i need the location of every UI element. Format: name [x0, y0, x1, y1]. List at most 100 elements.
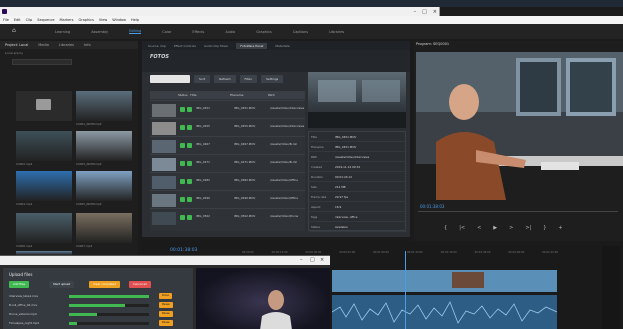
menu-item[interactable]: Window	[112, 18, 126, 22]
results-row[interactable]: IMG_0451 IMG_0451.MOV/Assets/Video/Interv…	[150, 100, 305, 118]
bin-folder[interactable]	[16, 91, 72, 121]
menu-item[interactable]: Graphics	[78, 18, 93, 22]
row-thumbnail	[152, 194, 176, 207]
transport-button[interactable]: >	[509, 225, 513, 231]
detail-value: 29.97 fps	[335, 195, 349, 199]
toolbar-button[interactable]: Sort	[194, 75, 211, 83]
clip-thumbnail[interactable]	[76, 171, 132, 201]
upload-title-bar[interactable]: – □ ×	[0, 256, 330, 265]
workspace-tab[interactable]: Assembly	[91, 30, 108, 34]
results-column-header[interactable]: Status	[178, 93, 190, 97]
menu-item[interactable]: File	[3, 18, 9, 22]
upload-maximize-icon[interactable]: □	[310, 256, 315, 265]
transport-button[interactable]: >|	[525, 225, 531, 231]
timeline-video-clip[interactable]	[332, 270, 557, 292]
program-monitor-tab[interactable]: Program: SEQ0001	[416, 42, 449, 46]
project-tab[interactable]: Project: Local	[5, 43, 28, 47]
clip-thumbnail[interactable]	[16, 171, 72, 201]
clip-thumbnail[interactable]	[76, 131, 132, 161]
results-column-header[interactable]: Title	[190, 93, 230, 97]
close-icon[interactable]: ×	[433, 9, 437, 15]
plugin-panel-tabs: Source: Clip Effect Controls Audio Clip Mi…	[142, 41, 410, 50]
menu-item[interactable]: Sequence	[37, 18, 54, 22]
upload-row-action[interactable]: Done	[159, 293, 172, 299]
home-icon[interactable]: ⌂	[12, 28, 18, 34]
plugin-tab[interactable]: Audio Clip Mixer	[204, 44, 228, 48]
detail-value: Available	[335, 225, 348, 229]
workspace-tab[interactable]: Graphics	[256, 30, 271, 34]
plugin-search-input[interactable]	[150, 75, 190, 83]
timeline-playhead[interactable]	[405, 251, 406, 329]
transport-button[interactable]: ▶	[493, 225, 497, 231]
workspace-tab[interactable]: Learning	[55, 30, 70, 34]
upload-progress-fill	[69, 304, 125, 307]
results-row[interactable]: IMG_0490 IMG_0490.MOV/Assets/Video/Office	[150, 190, 305, 208]
upload-minimize-icon[interactable]: –	[300, 256, 303, 265]
transport-button[interactable]: }	[543, 225, 546, 231]
clip-thumbnail[interactable]	[16, 213, 72, 243]
results-row[interactable]: IMG_0455 IMG_0455.MOV/Assets/Video/Interv…	[150, 118, 305, 136]
upload-file-name: Drone_exterior.mp4	[9, 312, 37, 316]
os-title-bar: 11 | Location: https://... | Adobe Premi…	[0, 0, 623, 16]
upload-progress-bar	[69, 322, 149, 325]
project-search-input[interactable]	[12, 59, 72, 65]
upload-action-button[interactable]: Add files	[9, 281, 30, 288]
upload-action-button[interactable]: Cancel all	[129, 281, 151, 288]
workspace-tab[interactable]: Effects	[192, 30, 204, 34]
results-row[interactable]: IMG_0471 IMG_0471.MOV/Assets/Video/B-roll	[150, 154, 305, 172]
workspace-tab[interactable]: Captions	[293, 30, 308, 34]
premiere-title-bar[interactable]: Adobe Premiere Pro (Beta) - D:\Project\L…	[0, 7, 440, 23]
project-tab[interactable]: Media	[38, 43, 49, 47]
workspace-tab[interactable]: Libraries	[329, 30, 344, 34]
workspace-tab[interactable]: Audio	[225, 30, 235, 34]
upload-action-button[interactable]: Start upload	[49, 281, 75, 288]
row-filename: IMG_0490.MOV	[234, 196, 256, 200]
row-filename: IMG_0502.MOV	[234, 214, 256, 218]
project-panel-tabs: Project: Local Media Libraries Info	[0, 41, 138, 49]
upload-file-name: B-roll_office_02.mov	[9, 303, 38, 307]
results-column-header[interactable]: Filename	[230, 93, 268, 97]
transport-button[interactable]: +	[558, 225, 562, 231]
minimize-icon[interactable]: –	[414, 9, 417, 15]
clip-thumbnail[interactable]	[76, 213, 132, 243]
toolbar-button[interactable]: Refresh	[214, 75, 236, 83]
row-filename: IMG_0455.MOV	[234, 124, 256, 128]
ruler-tick-label: 00:02:15:00	[542, 251, 559, 254]
transport-button[interactable]: <	[477, 225, 481, 231]
program-scrubber[interactable]	[418, 211, 618, 212]
upload-action-button[interactable]: Clear completed	[89, 281, 121, 288]
results-row[interactable]: IMG_0502 IMG_0502.MOV/Assets/Video/Drone	[150, 208, 305, 226]
checked-icon	[187, 107, 192, 112]
row-title: IMG_0482	[196, 178, 210, 182]
upload-row-action[interactable]: Pause	[159, 320, 173, 326]
plugin-tab[interactable]: Effect Controls	[174, 44, 196, 48]
workspace-tab[interactable]: Editing	[129, 29, 142, 34]
results-row[interactable]: IMG_0482 IMG_0482.MOV/Assets/Video/Office	[150, 172, 305, 190]
plugin-tab[interactable]: Source: Clip	[148, 44, 166, 48]
timeline-audio-waveform[interactable]	[332, 295, 557, 329]
toolbar-button[interactable]: Settings	[260, 75, 284, 83]
clip-thumbnail[interactable]	[16, 131, 72, 161]
upload-row-action[interactable]: Pause	[159, 311, 173, 317]
plugin-tab[interactable]: FotoWare Panel	[236, 42, 268, 49]
maximize-icon[interactable]: □	[422, 9, 427, 15]
transport-button[interactable]: {	[444, 225, 447, 231]
menu-item[interactable]: View	[99, 18, 107, 22]
project-tab[interactable]: Libraries	[59, 43, 74, 47]
upload-row-action[interactable]: Pause	[159, 302, 173, 308]
results-column-header[interactable]: Path	[268, 93, 305, 97]
results-row[interactable]: IMG_0467 IMG_0467.MOV/Assets/Video/B-roll	[150, 136, 305, 154]
clip-thumbnail[interactable]	[76, 91, 132, 121]
upload-close-icon[interactable]: ×	[320, 256, 324, 265]
transport-button[interactable]: |<	[459, 225, 465, 231]
detail-row: Size 212 MB	[309, 182, 407, 192]
window-controls: – □ ×	[414, 7, 437, 16]
plugin-tab[interactable]: Metadata	[275, 44, 289, 48]
menu-item[interactable]: Edit	[14, 18, 21, 22]
toolbar-button[interactable]: Filter	[239, 75, 257, 83]
menu-item[interactable]: Help	[131, 18, 139, 22]
menu-item[interactable]: Clip	[26, 18, 33, 22]
project-tab[interactable]: Info	[84, 43, 91, 47]
menu-item[interactable]: Markers	[60, 18, 74, 22]
workspace-tab[interactable]: Color	[162, 30, 171, 34]
